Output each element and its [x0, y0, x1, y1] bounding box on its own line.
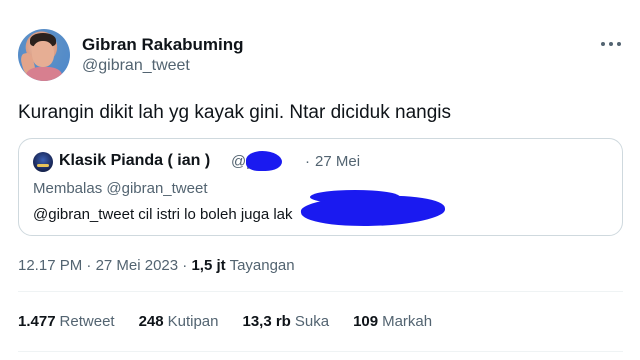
tweet-time[interactable]: 12.17 PM [18, 257, 82, 274]
retweets-stat[interactable]: 1.477 Retweet [18, 313, 115, 330]
retweets-label: Retweet [59, 313, 115, 330]
dot [609, 42, 613, 46]
divider [18, 351, 623, 352]
retweets-count: 1.477 [18, 313, 56, 330]
dot [601, 42, 605, 46]
author-avatar[interactable] [18, 29, 70, 81]
reply-to-mention: @gibran_tweet [106, 180, 208, 197]
quoted-reply-context: Membalas @gibran_tweet [33, 180, 208, 197]
tweet-date[interactable]: 27 Mei 2023 [96, 257, 179, 274]
more-horizontal-icon[interactable] [598, 36, 624, 52]
quotes-label: Kutipan [167, 313, 219, 330]
quoted-author-name: Klasik Pianda ( ian ) [59, 152, 211, 169]
redaction-scribble [246, 151, 282, 171]
views-label: Tayangan [229, 257, 295, 274]
avatar-body [26, 67, 62, 81]
bookmarks-count: 109 [353, 313, 379, 330]
quotes-count: 248 [138, 313, 164, 330]
views-count: 1,5 jt [191, 257, 226, 274]
author-handle[interactable]: @gibran_tweet [82, 57, 190, 75]
tweet-meta: 12.17 PM · 27 Mei 2023 · 1,5 jt Tayangan [18, 257, 295, 274]
separator-dot: · [305, 153, 310, 170]
avatar-face [32, 41, 54, 67]
engagement-stats: 1.477 Retweet 248 Kutipan 13,3 rb Suka 109 M… [18, 313, 456, 330]
separator-dot: · [86, 257, 96, 274]
quoted-tweet-text: @gibran_tweet cil istri lo boleh juga la… [33, 206, 293, 223]
likes-label: Suka [294, 313, 330, 330]
author-display-name[interactable]: Gibran Rakabuming [82, 35, 244, 55]
divider [18, 291, 623, 292]
bookmarks-stat[interactable]: 109 Markah [353, 313, 432, 330]
likes-count: 13,3 rb [242, 313, 291, 330]
quotes-stat[interactable]: 248 Kutipan [139, 313, 219, 330]
quoted-tweet-date: 27 Mei [315, 153, 361, 170]
dot [617, 42, 621, 46]
reply-prefix: Membalas [33, 180, 103, 197]
bookmarks-label: Markah [382, 313, 433, 330]
tweet-text: Kurangin dikit lah yg kayak gini. Ntar d… [18, 102, 452, 123]
likes-stat[interactable]: 13,3 rb Suka [242, 313, 329, 330]
quoted-author-avatar [33, 152, 53, 172]
